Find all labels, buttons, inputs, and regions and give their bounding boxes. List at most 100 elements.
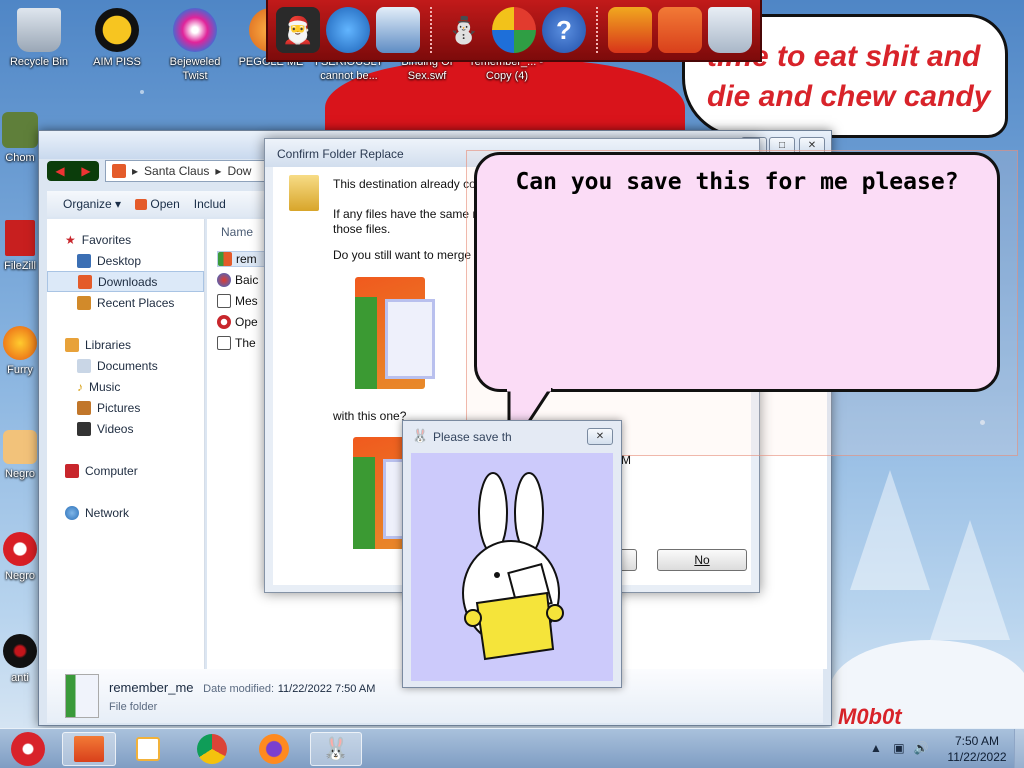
- desktop-icon-filezilla[interactable]: FileZill: [0, 220, 40, 273]
- desktop-icon-recycle-bin[interactable]: Recycle Bin: [2, 8, 76, 69]
- recent-places-icon: [77, 295, 91, 310]
- breadcrumb-item[interactable]: Dow: [227, 164, 251, 178]
- desktop-icon-label: Negro: [5, 468, 35, 480]
- organize-label: Organize: [63, 197, 112, 211]
- nav-documents[interactable]: Documents: [47, 355, 204, 376]
- taskbar-firefox[interactable]: [248, 732, 300, 766]
- nav-label: Pictures: [97, 400, 141, 415]
- santa-start-icon: [11, 732, 45, 766]
- recycle-bin-icon[interactable]: [708, 7, 752, 53]
- open-button[interactable]: Open: [135, 197, 180, 211]
- nav-label: Desktop: [97, 253, 142, 268]
- nav-label: Libraries: [85, 337, 132, 352]
- bunny-dialog-content: [411, 453, 613, 681]
- desktop-icon-aim[interactable]: AIM PISS: [80, 8, 154, 69]
- start-button[interactable]: [2, 732, 54, 766]
- nav-buttons: ◀ ▶: [47, 161, 99, 181]
- taskbar-chrome[interactable]: [186, 732, 238, 766]
- forward-arrow-icon[interactable]: ▶: [81, 164, 90, 178]
- details-name: remember_me: [109, 679, 194, 695]
- gift-icon[interactable]: [608, 7, 652, 53]
- details-modified-label: Date modified:: [203, 682, 275, 695]
- nav-label: Music: [89, 379, 121, 394]
- details-modified-value: 11/22/2022 7:50 AM: [277, 682, 376, 695]
- clock-date: 11/22/2022: [947, 750, 1007, 764]
- breadcrumb-item[interactable]: Santa Claus: [144, 164, 209, 178]
- tree-decoration: [850, 470, 930, 590]
- bunny-icon: 🐰: [322, 736, 350, 761]
- desktop-icon-chrome[interactable]: Chom: [0, 112, 40, 165]
- no-button[interactable]: No: [657, 549, 747, 571]
- desktop-icon-label: AIM PISS: [93, 56, 141, 68]
- file-name: rem: [236, 252, 257, 266]
- bunny-holding-folder-icon: [462, 472, 564, 661]
- clock[interactable]: 7:50 AM 11/22/2022: [942, 733, 1012, 765]
- app-dark-icon: [3, 634, 37, 668]
- show-hidden-icons-icon[interactable]: ▲: [870, 741, 882, 755]
- clock-time: 7:50 AM: [954, 734, 1000, 748]
- nav-network[interactable]: Network: [47, 502, 204, 523]
- libraries-icon: [65, 337, 79, 352]
- nav-label: Computer: [85, 463, 138, 478]
- globe-icon[interactable]: [326, 7, 370, 53]
- dock-separator: [596, 7, 598, 53]
- opera-icon: [217, 315, 231, 329]
- nav-recent-places[interactable]: Recent Places: [47, 292, 204, 313]
- desktop-icon-label: Furry: [7, 364, 33, 376]
- organize-button[interactable]: Organize ▾: [63, 197, 121, 211]
- watermark: M0b0t: [838, 704, 902, 729]
- network-tray-icon[interactable]: ▣: [893, 741, 904, 755]
- file-name: The: [235, 336, 256, 350]
- nav-libraries[interactable]: Libraries: [47, 334, 204, 355]
- nav-computer[interactable]: Computer: [47, 460, 204, 481]
- control-panel-icon[interactable]: [376, 7, 420, 53]
- help-icon[interactable]: ?: [542, 7, 586, 53]
- destination-folder-icon: [355, 277, 435, 392]
- desktop-icon-house[interactable]: Negro: [0, 430, 40, 481]
- include-button[interactable]: Includ: [194, 197, 226, 211]
- folder-icon[interactable]: [658, 7, 702, 53]
- tree-decoration: [930, 520, 1010, 640]
- snowflake: [140, 90, 144, 94]
- nav-label: Favorites: [81, 232, 132, 247]
- nav-music[interactable]: ♪ Music: [47, 376, 204, 397]
- folder-icon: [74, 736, 104, 762]
- nav-videos[interactable]: Videos: [47, 418, 204, 439]
- bejeweled-icon: [173, 8, 217, 52]
- close-button[interactable]: ✕: [587, 428, 613, 445]
- nav-favorites[interactable]: ★ Favorites: [47, 229, 204, 250]
- desktop-icon-app[interactable]: Negro: [0, 532, 40, 583]
- details-text: remember_me Date modified: 11/22/2022 7:…: [109, 680, 375, 713]
- file-name: Mes: [235, 294, 258, 308]
- nav-desktop[interactable]: Desktop: [47, 250, 204, 271]
- chrome-icon: [2, 112, 38, 148]
- bunny-dialog-titlebar[interactable]: 🐰 Please save th ✕: [403, 421, 621, 451]
- nav-label: Videos: [97, 421, 134, 436]
- desktop-icon-label: anti: [11, 672, 29, 684]
- desktop-icon-firefox[interactable]: Furry: [0, 326, 40, 377]
- desktop-icon-bejeweled[interactable]: Bejeweled Twist: [158, 8, 232, 83]
- baidu-icon: [217, 273, 231, 287]
- nav-downloads[interactable]: Downloads: [47, 271, 204, 292]
- breadcrumb-separator-icon: ▸: [215, 164, 222, 178]
- nav-pictures[interactable]: Pictures: [47, 397, 204, 418]
- taskbar-bunny-app[interactable]: 🐰: [310, 732, 362, 766]
- recycle-bin-icon: [17, 8, 61, 52]
- dialog-message-line: This destination already co: [333, 177, 476, 191]
- desktop-icon: [77, 253, 91, 268]
- balloon-text: Can you save this for me please?: [515, 169, 959, 195]
- show-desktop-button[interactable]: [1014, 729, 1024, 768]
- column-header-name[interactable]: Name: [221, 225, 253, 239]
- taskbar-explorer[interactable]: [62, 732, 116, 766]
- volume-icon[interactable]: 🔊: [914, 741, 929, 755]
- folder-icon: [135, 199, 148, 211]
- chrome-icon: [197, 734, 227, 764]
- bunny-small-icon: 🐰: [412, 428, 429, 443]
- desktop-icon-anti[interactable]: anti: [0, 634, 40, 685]
- back-arrow-icon[interactable]: ◀: [55, 164, 64, 178]
- santa-computer-icon[interactable]: 🎅: [276, 7, 320, 53]
- nav-label: Downloads: [98, 274, 158, 289]
- programs-icon[interactable]: [492, 7, 536, 53]
- snowman-icon[interactable]: ⛄: [442, 7, 486, 53]
- taskbar-media-player[interactable]: [122, 732, 174, 766]
